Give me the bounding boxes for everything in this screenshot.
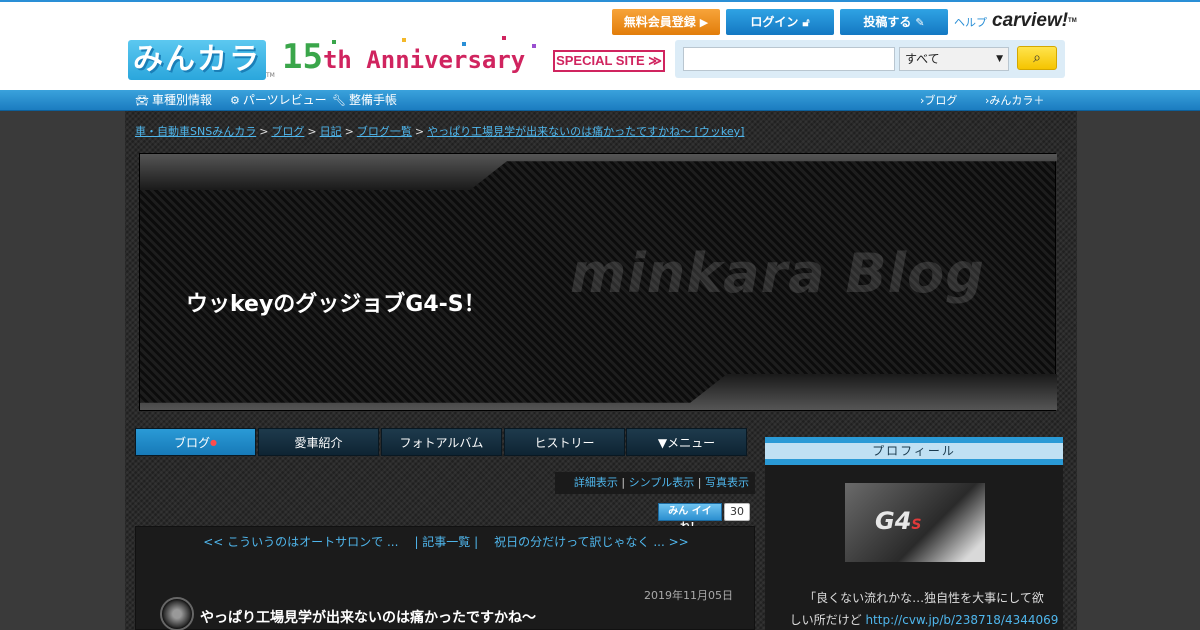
wheel-avatar-icon[interactable] [160,597,194,630]
prev-post-link[interactable]: << こういうのはオートサロンで ... [203,535,398,549]
profile-desc-line2: しい所だけど [789,613,862,627]
tab-history[interactable]: ヒストリー [504,428,625,456]
tab-photo-album[interactable]: フォトアルバム [381,428,502,456]
anniversary-banner[interactable]: 15th Anniversary [282,34,552,80]
like-button[interactable]: みん イイね！ [658,503,722,533]
special-site-link[interactable]: SPECIAL SITE ≫ [553,50,665,72]
carview-text: carview! [992,10,1069,31]
breadcrumb-item[interactable]: ブログ一覧 [357,125,412,138]
tab-label: フォトアルバム [399,436,484,450]
unlock-icon: 🔓︎ [802,16,810,29]
profile-desc-line1: 「良くない流れかな…独自性を大事にして欲 [804,591,1044,605]
breadcrumb-item[interactable]: やっぱり工場見学が出来ないのは痛かったですかね～ [ウッkey] [427,125,744,138]
nav-item-maintenance[interactable]: 🔧︎ 整備手帳 [332,90,397,111]
new-mark-icon: ● [210,438,217,447]
dropdown-arrow-icon: ▼ [996,54,1003,64]
confetti-icon [402,38,406,42]
tab-car-intro[interactable]: 愛車紹介 [258,428,379,456]
logo-tm: TM [266,72,275,79]
profile-desc-link[interactable]: http://cvw.jp/b/238718/4344069 [865,613,1058,627]
breadcrumb-item[interactable]: 車・自動車SNSみんカラ [135,125,256,138]
profile-image[interactable]: G4S [845,483,985,562]
banner-decoration [140,154,1057,190]
breadcrumb: 車・自動車SNSみんカラ > ブログ > 日記 > ブログ一覧 > やっぱり工場見学が出来ないの… [135,125,745,138]
global-nav: 🚘︎ 車種別情報 ⚙ パーツレビュー 🔧︎ 整備手帳 ›ブログ ›みんカラ＋ [0,90,1200,111]
view-mode-photo[interactable]: 写真表示 [705,476,749,489]
wrench-icon: 🔧︎ [332,94,346,107]
banner-watermark: minkara Blog [570,242,985,305]
register-label: 無料会員登録 [623,15,696,29]
carview-logo[interactable]: carview!TM [992,8,1077,34]
post-button[interactable]: 投稿する ✎ [840,9,948,35]
anniversary-text: th Anniversary [322,46,526,74]
carview-tm: TM [1068,18,1077,24]
view-mode-detail[interactable]: 詳細表示 [574,476,618,489]
next-post-link[interactable]: 祝日の分だけって訳じゃなく ... >> [494,535,689,549]
tab-label: 愛車紹介 [294,436,343,450]
minkara-logo[interactable]: みんカラ TM [128,40,278,82]
search-category-select[interactable]: すべて ▼ [899,47,1009,71]
search-area: すべて ▼ ⌕ [675,40,1065,78]
view-mode-simple[interactable]: シンプル表示 [629,476,695,489]
nav-item-parts-review[interactable]: ⚙ パーツレビュー [230,90,327,111]
anniversary-number: 15 [282,37,323,77]
login-label: ログイン [750,15,799,29]
play-arrow-icon: ▶ [699,16,709,29]
nav-item-car-info[interactable]: 🚘︎ 車種別情報 [135,90,212,111]
logo-text: みんカラ [128,40,266,80]
tab-label: ヒストリー [534,436,595,450]
blog-banner: minkara Blog ウッkeyのグッジョブG4-S！ [139,153,1057,411]
pen-icon: ✎ [915,16,925,29]
search-select-value: すべて [905,52,940,66]
tab-label: ブログ [174,436,211,450]
blog-title[interactable]: ウッkeyのグッジョブG4-S！ [186,286,486,318]
post-date: 2019年11月05日 [644,589,733,602]
post-label: 投稿する [863,15,912,29]
confetti-icon [332,40,336,44]
nav-item-label: 整備手帳 [348,93,397,107]
view-mode-switch: 詳細表示 | シンプル表示 | 写真表示 [555,472,755,494]
post-area: << こういうのはオートサロンで ... | 記事一覧 | 祝日の分だけって訳じゃな… [135,526,755,630]
post-title[interactable]: やっぱり工場見学が出来ないのは痛かったですかね～ [200,607,536,627]
confetti-icon [532,44,536,48]
profile-image-g4: G4 [875,507,912,535]
post-navigation: << こういうのはオートサロンで ... | 記事一覧 | 祝日の分だけって訳じゃな… [136,533,756,550]
confetti-icon [462,42,466,46]
banner-decoration [140,374,1057,410]
profile-panel: G4S 「良くない流れかな…独自性を大事にして欲 しい所だけど http://c… [765,465,1063,630]
car-icon: 🚘︎ [135,94,149,107]
nav-item-minkara-plus[interactable]: ›みんカラ＋ [985,90,1044,111]
register-button[interactable]: 無料会員登録 ▶ [612,9,720,35]
profile-image-text: G4S [875,507,922,535]
login-button[interactable]: ログイン 🔓︎ [726,9,834,35]
tab-label: ▼メニュー [657,436,716,450]
nav-item-label: パーツレビュー [242,93,327,107]
search-input[interactable] [683,47,895,71]
breadcrumb-item[interactable]: 日記 [320,125,342,138]
nav-item-label: 車種別情報 [151,93,212,107]
search-button[interactable]: ⌕ [1017,46,1057,70]
blog-page: 車・自動車SNSみんカラ > ブログ > 日記 > ブログ一覧 > やっぱり工場見学が出来ないの… [125,111,1077,630]
help-link[interactable]: ヘルプ [954,14,987,30]
tab-menu[interactable]: ▼メニュー [626,428,747,456]
magnifier-icon: ⌕ [1033,50,1041,66]
gear-icon: ⚙ [230,94,240,107]
like-count: 30 [724,503,750,521]
breadcrumb-item[interactable]: ブログ [271,125,304,138]
site-header: みんカラ TM 15th Anniversary SPECIAL SITE ≫ … [0,0,1200,90]
tab-blog[interactable]: ブログ● [135,428,256,456]
confetti-icon [502,36,506,40]
profile-header: プロフィール [765,437,1063,465]
nav-item-blog[interactable]: ›ブログ [920,90,957,111]
post-list-link[interactable]: | 記事一覧 | [414,535,478,549]
profile-description: 「良くない流れかな…独自性を大事にして欲 しい所だけど http://cvw.j… [789,587,1059,630]
profile-image-s: S [911,517,922,533]
